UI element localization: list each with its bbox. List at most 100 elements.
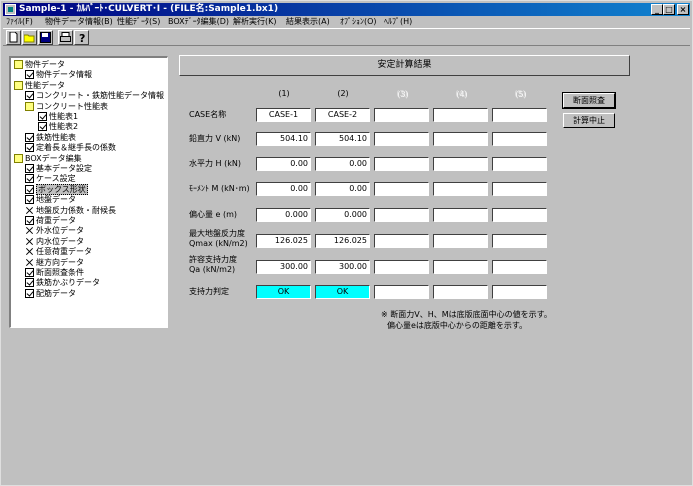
tree-item-label: 断面照査条件 [36,268,84,277]
folder-icon [14,80,23,90]
checkbox-checked-icon [25,164,34,173]
tree-item-label: 基本データ設定 [36,164,92,173]
value-cell[interactable]: 0.00 [256,182,311,196]
open-folder-icon [24,34,35,43]
value-cell[interactable] [374,157,429,171]
value-cell[interactable] [492,157,547,171]
column-header: (3) [396,89,408,98]
new-file-button[interactable] [6,30,21,45]
value-cell[interactable] [492,182,547,196]
tree-item-label: ケース設定 [36,174,76,184]
value-cell[interactable]: 504.10 [315,132,370,146]
note-eccentricity: 偏心量eは底版中心からの距離を示す。 [387,321,528,330]
app-window: Sample-1 - ｶﾙﾊﾞｰﾄ･CULVERT･Ⅰ - (FILE名:Sam… [0,0,693,486]
folder-icon [14,153,23,163]
value-cell[interactable] [492,285,547,299]
value-cell[interactable]: 300.00 [256,260,311,274]
value-cell[interactable] [374,108,429,122]
value-cell[interactable] [374,234,429,248]
section-check-button[interactable]: 断面照査 [562,92,616,109]
value-cell[interactable]: 300.00 [315,260,370,274]
value-cell[interactable]: CASE-2 [315,108,370,122]
value-cell[interactable]: 0.00 [315,157,370,171]
folder-icon [14,60,23,69]
cross-icon [25,237,34,246]
row-label: 鉛直力 V (kN) [189,134,241,143]
cross-icon [25,247,34,256]
title-bar[interactable]: Sample-1 - ｶﾙﾊﾞｰﾄ･CULVERT･Ⅰ - (FILE名:Sam… [3,3,690,16]
column-header: (4) [455,89,467,98]
checkbox-checked-icon [25,268,34,277]
close-button[interactable]: × [677,4,689,15]
value-cell[interactable]: CASE-1 [256,108,311,122]
value-cell[interactable]: 0.000 [256,208,311,222]
minimize-button[interactable]: _ [651,4,663,15]
tree-item-label: 性能データ [25,80,65,90]
value-cell[interactable] [374,285,429,299]
tree-item-label: 任意荷重データ [36,247,92,257]
menu-file[interactable]: ﾌｧｲﾙ(F) [6,16,33,28]
value-cell[interactable]: 0.00 [256,157,311,171]
column-header: (2) [337,89,349,98]
value-cell[interactable] [433,208,488,222]
checkbox-checked-icon [25,278,34,288]
value-cell[interactable] [492,208,547,222]
value-cell[interactable] [433,285,488,299]
help-icon: ? [79,32,85,43]
row-label: ﾓｰﾒﾝﾄ M (kN･m) [189,184,250,193]
save-button[interactable] [38,30,53,45]
menu-analysis[interactable]: 解析実行(K) [233,16,277,28]
value-cell[interactable] [492,260,547,274]
row-label-sub: Qmax (kN/m2) [189,239,248,248]
tree-item-label: コンクリート性能表 [36,101,108,111]
help-button[interactable]: ? [74,30,89,45]
value-cell[interactable] [433,132,488,146]
value-cell[interactable] [492,132,547,146]
checkbox-checked-icon [25,132,34,142]
value-cell[interactable] [492,234,547,248]
menu-project[interactable]: 物件データ情報(B) [45,16,113,28]
open-button[interactable] [22,30,37,45]
cross-icon [25,206,34,215]
value-cell[interactable]: 126.025 [315,234,370,248]
value-cell[interactable] [374,132,429,146]
value-cell[interactable] [433,157,488,171]
tree-item-label: 性能表2 [49,122,79,132]
value-cell[interactable] [374,182,429,196]
value-cell[interactable]: OK [256,285,311,299]
tree-item-label: 配筋データ [36,288,76,298]
menu-performance[interactable]: 性能ﾃﾞｰﾀ(S) [117,16,160,28]
maximize-button[interactable]: □ [663,4,675,15]
value-cell[interactable]: 0.00 [315,182,370,196]
value-cell[interactable]: 126.025 [256,234,311,248]
value-cell[interactable] [374,260,429,274]
row-label: 最大地盤反力度 [189,229,245,238]
menu-box-edit[interactable]: BOXﾃﾞｰﾀ編集(D) [168,16,229,28]
value-cell[interactable]: OK [315,285,370,299]
menu-help[interactable]: ﾍﾙﾌﾟ(H) [384,16,412,28]
tree-item-label: 地盤反力係数・耐候長 [36,205,116,215]
checkbox-checked-icon [25,216,34,225]
tree-item-label: 地盤データ [36,195,76,205]
navigation-tree[interactable]: 物件データ 物件データ情報 性能データ コンクリート・鉄筋性能データ情報 コンクリート性… [9,56,168,328]
abort-calculation-button[interactable]: 計算中止 [563,113,615,128]
value-cell[interactable] [433,234,488,248]
value-cell[interactable] [433,260,488,274]
value-cell[interactable]: 504.10 [256,132,311,146]
note-section-force: ※ 断面力V、H、Mは底版底面中心の値を示す。 [381,310,552,319]
value-cell[interactable] [433,108,488,122]
row-label: CASE名称 [189,110,227,119]
checkbox-checked-icon [38,122,47,132]
tree-item-label: 物件データ [25,60,65,69]
tree-item-label: 外水位データ [36,226,84,236]
menu-results[interactable]: 結果表示(A) [286,16,330,28]
checkbox-checked-icon [25,70,34,80]
menu-options[interactable]: ｵﾌﾟｼｮﾝ(O) [340,16,377,28]
cross-icon [25,226,34,235]
print-button[interactable] [58,30,73,45]
value-cell[interactable] [492,108,547,122]
value-cell[interactable] [374,208,429,222]
value-cell[interactable] [433,182,488,196]
value-cell[interactable]: 0.000 [315,208,370,222]
app-icon[interactable] [5,4,16,15]
